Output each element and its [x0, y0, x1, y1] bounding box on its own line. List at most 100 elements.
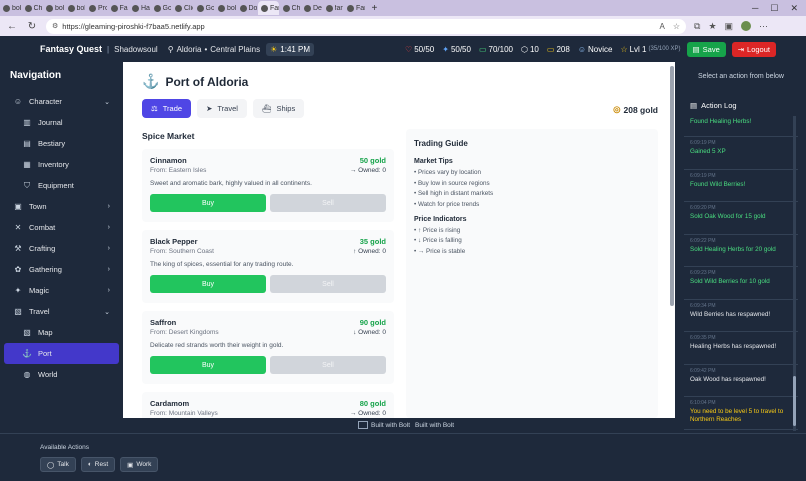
- sell-button[interactable]: Sell: [270, 194, 386, 212]
- browser-tab[interactable]: Fant✕: [258, 1, 279, 15]
- save-button[interactable]: ▤ Save: [686, 41, 726, 57]
- profile-avatar[interactable]: [741, 21, 752, 31]
- browser-tab[interactable]: bolt✕: [43, 1, 64, 15]
- bolt-alt-text: Built with Bolt: [371, 421, 411, 429]
- collections-icon[interactable]: ▣: [725, 21, 734, 32]
- chevron-down-icon: ⌄: [104, 98, 110, 106]
- item-price: 80 gold: [359, 399, 386, 408]
- tab-favicon: [239, 4, 247, 12]
- sidebar-item-inventory[interactable]: ▦ Inventory: [0, 154, 123, 175]
- chevron-right-icon: ›: [107, 287, 110, 294]
- sidebar-item-combat[interactable]: ✕ Combat ›: [0, 217, 123, 238]
- sidebar-item-magic[interactable]: ✦ Magic ›: [0, 280, 123, 301]
- tab-favicon: [46, 4, 53, 12]
- address-bar[interactable]: ⚙ https://gleaming-piroshki-f7baa5.netli…: [46, 18, 686, 34]
- more-menu-icon[interactable]: ⋯: [759, 21, 768, 32]
- buy-button[interactable]: Buy: [150, 275, 266, 293]
- browser-tab[interactable]: Dom✕: [237, 1, 258, 15]
- hammer-icon: ⚒: [14, 244, 22, 253]
- new-tab-button[interactable]: +: [366, 3, 384, 14]
- browser-tab[interactable]: Goo✕: [194, 1, 214, 15]
- sidebar-item-bestiary[interactable]: ▤ Bestiary: [0, 133, 123, 154]
- tab-travel[interactable]: ➤ Travel: [197, 99, 247, 118]
- rest-button[interactable]: ◐ Rest: [80, 457, 116, 472]
- window-controls: ─ ☐ ✕: [751, 0, 806, 16]
- browser-tab[interactable]: Fant✕: [108, 1, 129, 15]
- sidebar-item-label: Travel: [29, 307, 50, 316]
- read-aloud-icon[interactable]: A: [659, 22, 664, 31]
- log-entry: 6:09:23 PM Sold Wild Berries for 10 gold: [684, 267, 798, 300]
- browser-tab[interactable]: Cha✕: [22, 1, 42, 15]
- work-button[interactable]: ▣ Work: [120, 457, 159, 472]
- chevron-right-icon: ›: [107, 245, 110, 252]
- minimize-icon[interactable]: ─: [752, 3, 758, 13]
- sidebar-item-port[interactable]: ⚓ Port: [4, 343, 119, 364]
- extensions-icon[interactable]: ⧉: [694, 21, 700, 32]
- sidebar-item-travel[interactable]: ▧ Travel ⌄: [0, 301, 123, 322]
- browser-tab[interactable]: bolt✕: [0, 1, 21, 15]
- browser-tab[interactable]: Cha✕: [280, 1, 300, 15]
- favorite-star-icon[interactable]: ☆: [673, 22, 680, 31]
- browser-tab[interactable]: Fant✕: [344, 1, 365, 15]
- rank-stat: ☺ Novice: [578, 45, 613, 54]
- sell-button[interactable]: Sell: [270, 356, 386, 374]
- browser-tab[interactable]: Proj✕: [86, 1, 107, 15]
- save-label: Save: [702, 44, 720, 54]
- tab-trade[interactable]: ⚖ Trade: [142, 99, 192, 118]
- mana-value: 50/50: [450, 44, 471, 54]
- sidebar-item-character[interactable]: ☺ Character ⌄: [0, 91, 123, 112]
- item-owned: ↓ Owned: 0: [353, 329, 386, 336]
- log-entry: 6:09:19 PM Gained 5 XP: [684, 137, 798, 170]
- tab-favicon: [24, 4, 32, 12]
- favorites-icon[interactable]: ★: [708, 21, 716, 32]
- buy-button[interactable]: Buy: [150, 356, 266, 374]
- talk-button[interactable]: ◯ Talk: [40, 457, 76, 472]
- tab-title: Dom: [248, 4, 258, 12]
- bullet: •: [204, 44, 208, 54]
- log-message: Sold Oak Wood for 15 gold: [690, 213, 766, 220]
- maximize-icon[interactable]: ☐: [770, 3, 778, 14]
- sidebar-item-world[interactable]: ◍ World: [0, 364, 123, 385]
- gold-value: 208: [556, 44, 570, 54]
- sidebar-item-town[interactable]: ▣ Town ›: [0, 196, 123, 217]
- browser-tab[interactable]: Clie✕: [172, 1, 193, 15]
- log-icon: ▤: [690, 100, 698, 110]
- back-icon[interactable]: ←: [6, 21, 18, 32]
- rest-icon: ◐: [87, 461, 92, 468]
- site-info-icon[interactable]: ⚙: [52, 22, 58, 30]
- tab-title: Clie: [184, 4, 193, 12]
- sidebar-item-journal[interactable]: ▥ Journal: [0, 112, 123, 133]
- browser-tab[interactable]: bolt✕: [65, 1, 85, 15]
- shield-value: 10: [529, 44, 539, 54]
- buy-button[interactable]: Buy: [150, 194, 266, 212]
- built-with-bolt-badge[interactable]: Built with Bolt Built with Bolt: [358, 421, 454, 429]
- browser-tab[interactable]: Hac✕: [129, 1, 150, 15]
- main-scrollbar[interactable]: [670, 66, 674, 306]
- sidebar-item-map[interactable]: ▧ Map: [0, 322, 123, 343]
- sidebar-item-crafting[interactable]: ⚒ Crafting ›: [0, 238, 123, 259]
- log-scrollbar[interactable]: [793, 116, 796, 431]
- sidebar-item-equipment[interactable]: ⛉ Equipment: [0, 175, 123, 196]
- browser-tab[interactable]: bolt✕: [215, 1, 236, 15]
- logout-icon: ⇥: [737, 44, 745, 54]
- tab-ships[interactable]: ⛴ Ships: [252, 99, 305, 118]
- sidebar-item-gathering[interactable]: ✿ Gathering ›: [0, 259, 123, 280]
- item-description: The king of spices, essential for any tr…: [150, 261, 294, 268]
- browser-tab[interactable]: Goo✕: [151, 1, 171, 15]
- close-window-icon[interactable]: ✕: [790, 3, 798, 14]
- browser-tab[interactable]: Dev✕: [301, 1, 322, 15]
- reload-icon[interactable]: ↻: [26, 21, 38, 32]
- sell-button[interactable]: Sell: [270, 275, 386, 293]
- tab-title: bolt: [12, 4, 21, 12]
- item-origin: From: Eastern Isles: [150, 167, 207, 174]
- logout-button[interactable]: ⇥ Logout: [731, 41, 776, 57]
- tab-title: Fant: [119, 4, 129, 12]
- log-scroll-thumb[interactable]: [793, 376, 796, 426]
- market-item: Saffron 90 gold From: Desert Kingdoms ↓ Own…: [142, 311, 394, 384]
- tab-title: fant: [334, 4, 344, 12]
- tab-favicon: [153, 4, 161, 12]
- browser-tab[interactable]: fant✕: [323, 1, 344, 15]
- tab-favicon: [175, 4, 182, 12]
- tab-title: Fant: [270, 4, 279, 12]
- tab-favicon: [89, 4, 96, 12]
